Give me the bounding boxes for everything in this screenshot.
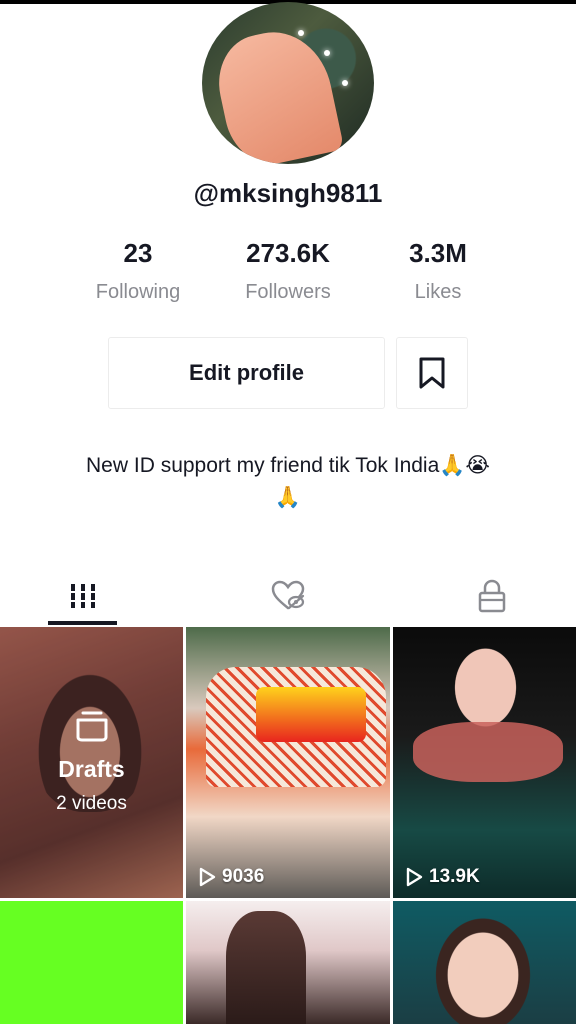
tab-videos[interactable] <box>0 568 179 624</box>
play-icon <box>199 867 216 887</box>
thumbnail-scarf <box>413 722 563 782</box>
edit-profile-button[interactable]: Edit profile <box>108 337 385 409</box>
tab-private[interactable] <box>396 568 576 624</box>
stat-value: 3.3M <box>409 238 467 268</box>
thumbnail-face <box>428 909 538 1024</box>
bookmark-icon <box>419 357 445 389</box>
bio-line: 🙏 <box>274 486 302 509</box>
thumbnail-decoration <box>256 687 366 742</box>
view-count-text: 13.9K <box>429 866 480 887</box>
avatar-sparkle <box>298 30 304 36</box>
lock-icon <box>478 579 506 613</box>
video-thumbnail[interactable] <box>0 901 183 1024</box>
tab-liked[interactable] <box>192 568 384 624</box>
thumbnail-figure <box>226 911 306 1024</box>
video-thumbnail[interactable]: 13.9K <box>393 627 576 898</box>
username: @mksingh9811 <box>193 178 383 208</box>
profile-tabs <box>0 568 576 626</box>
active-tab-indicator <box>48 621 117 625</box>
stat-likes[interactable]: 3.3M Likes <box>363 238 513 304</box>
thumbnail-face <box>438 627 533 737</box>
stat-label: Followers <box>245 281 331 303</box>
drafts-tile[interactable]: Drafts 2 videos <box>0 627 183 898</box>
drafts-count: 2 videos <box>56 793 127 814</box>
stat-following[interactable]: 23 Following <box>63 238 213 304</box>
avatar-sparkle <box>342 80 348 86</box>
view-count: 13.9K <box>405 866 480 888</box>
drafts-label: Drafts <box>58 756 125 782</box>
stat-followers[interactable]: 273.6K Followers <box>213 238 363 304</box>
grid-icon <box>68 584 98 608</box>
video-thumbnail[interactable] <box>186 901 390 1024</box>
favorites-button[interactable] <box>396 337 468 409</box>
drafts-icon <box>76 711 107 742</box>
avatar-sparkle <box>324 50 330 56</box>
bio-line: New ID support my friend tik Tok India🙏😭 <box>86 454 490 477</box>
avatar[interactable] <box>202 2 374 164</box>
play-icon <box>406 867 423 887</box>
liked-hidden-icon <box>271 580 305 610</box>
stat-label: Likes <box>414 281 462 303</box>
avatar-figure <box>209 21 345 164</box>
stat-value: 273.6K <box>246 238 330 268</box>
view-count: 9036 <box>198 866 264 888</box>
video-thumbnail[interactable] <box>393 901 576 1024</box>
stat-value: 23 <box>123 238 153 268</box>
bio: New ID support my friend tik Tok India🙏😭… <box>40 450 536 514</box>
view-count-text: 9036 <box>222 866 265 887</box>
drafts-overlay: Drafts 2 videos <box>0 627 183 898</box>
stat-label: Following <box>95 281 181 303</box>
video-thumbnail[interactable]: 9036 <box>186 627 390 898</box>
